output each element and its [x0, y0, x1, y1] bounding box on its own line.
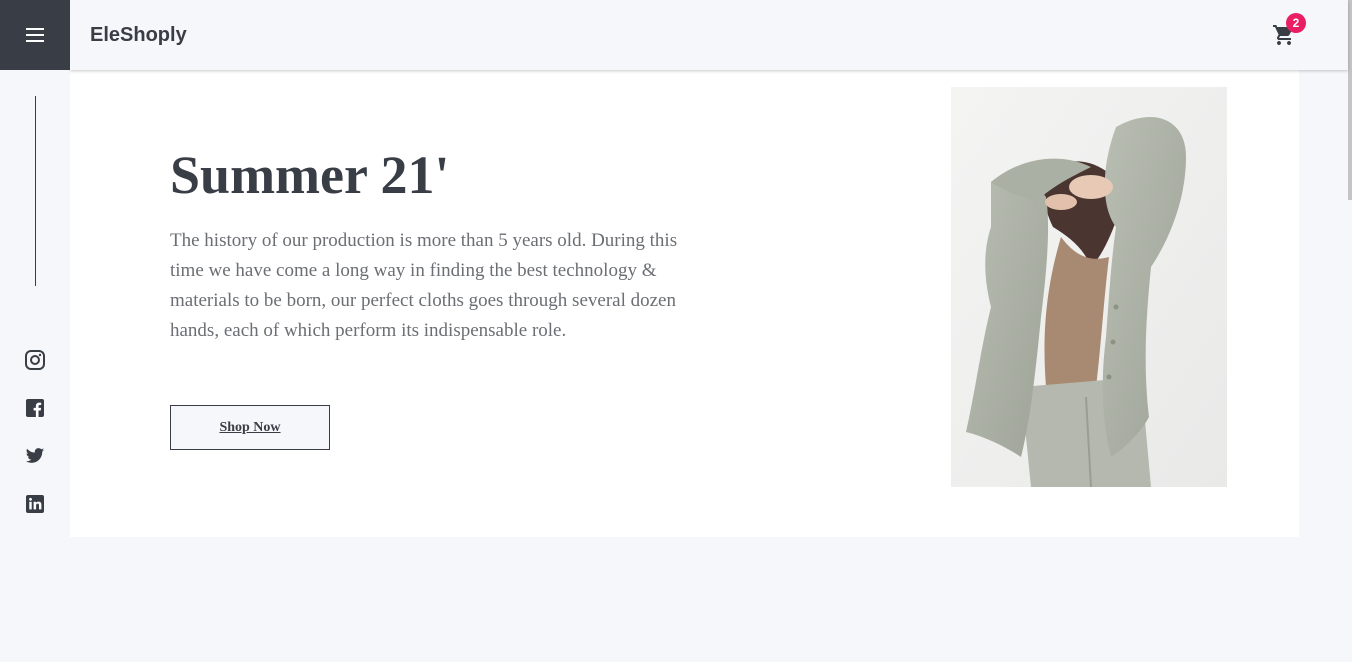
sidebar-divider [35, 96, 36, 286]
top-app-bar: EleShoply 2 [70, 0, 1348, 70]
hero-model-image [951, 87, 1227, 487]
instagram-icon [25, 350, 45, 370]
cart-count-badge: 2 [1286, 13, 1306, 33]
scrollbar-thumb[interactable] [1348, 0, 1352, 200]
twitter-icon [25, 448, 45, 463]
menu-button[interactable] [0, 0, 70, 70]
brand-logo[interactable]: EleShoply [90, 24, 187, 47]
facebook-icon [26, 399, 44, 417]
facebook-link[interactable] [25, 398, 45, 418]
hamburger-menu-icon [26, 28, 44, 42]
shop-now-button[interactable]: Shop Now [170, 405, 330, 450]
hero-title: Summer 21' [170, 145, 450, 205]
model-photo [951, 87, 1227, 487]
instagram-link[interactable] [25, 350, 45, 370]
hero-description: The history of our production is more th… [170, 230, 678, 341]
twitter-link[interactable] [25, 446, 45, 466]
hero-section: Summer 21' The history of our production… [70, 70, 1299, 537]
linkedin-link[interactable] [25, 494, 45, 514]
linkedin-icon [26, 495, 44, 513]
